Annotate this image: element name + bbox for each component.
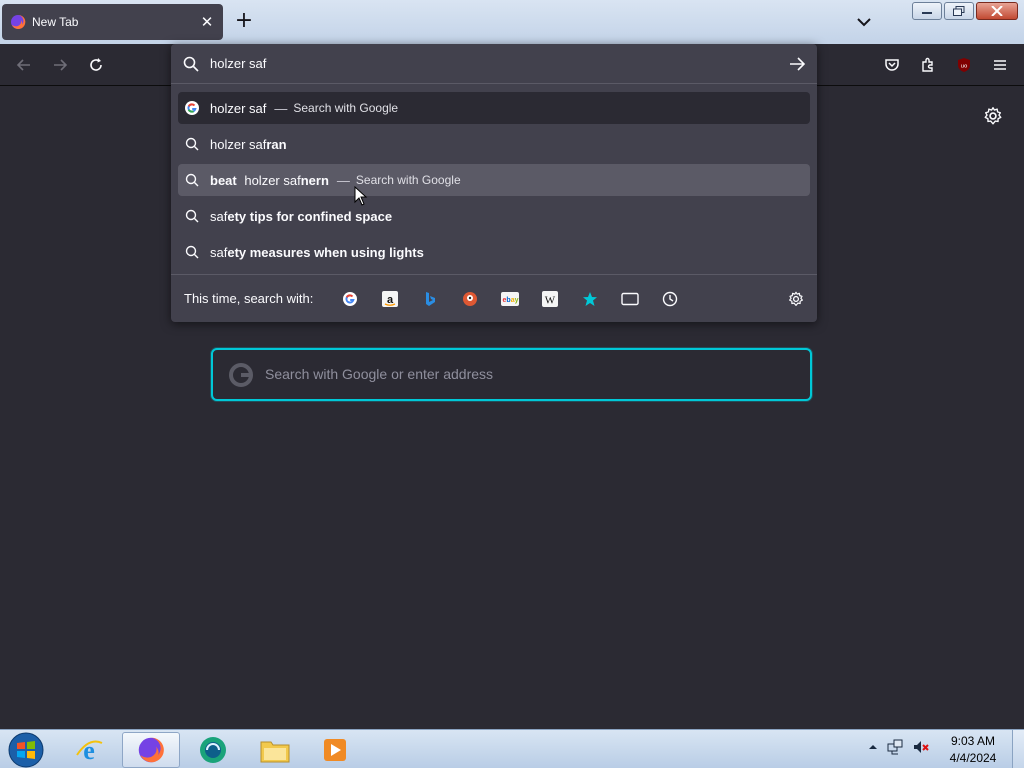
suggestion-prefix: beat (210, 172, 241, 188)
google-icon[interactable] (340, 289, 360, 309)
google-logo-icon (229, 363, 253, 387)
bookmarks-icon[interactable] (580, 289, 600, 309)
wikipedia-icon[interactable]: W (540, 289, 560, 309)
google-icon (184, 100, 200, 116)
search-settings-gear-icon[interactable] (786, 289, 806, 309)
taskbar-file-explorer[interactable] (246, 732, 304, 768)
windows-start-orb-icon (8, 732, 44, 768)
back-arrow-icon (16, 59, 30, 71)
search-icon (184, 172, 200, 188)
tabs-icon[interactable] (620, 289, 640, 309)
minimize-icon (922, 12, 932, 14)
suggestion-separator: — (274, 100, 288, 116)
internet-explorer-icon: e (76, 736, 103, 765)
search-icon (184, 244, 200, 260)
taskbar: e 9:03 AM 4/4/2024 (0, 729, 1024, 768)
restore-button[interactable] (944, 2, 974, 20)
address-bar-input[interactable]: holzer saf (210, 56, 266, 71)
firefox-icon (11, 14, 26, 29)
show-hidden-icons-icon[interactable] (868, 742, 878, 752)
svg-text:uo: uo (961, 64, 968, 70)
suggestion-text: saf (210, 244, 228, 260)
newtab-search-box[interactable]: Search with Google or enter address (211, 348, 812, 401)
media-player-icon (324, 739, 346, 761)
taskbar-firefox[interactable] (122, 732, 180, 768)
close-window-button[interactable] (976, 2, 1018, 20)
taskbar-media-player[interactable] (306, 732, 364, 768)
tab-close-icon[interactable]: ✕ (199, 13, 215, 31)
suggestion-text: saf (210, 208, 228, 224)
svg-text:W: W (545, 295, 556, 307)
clock-time: 9:03 AM (950, 734, 996, 748)
mouse-cursor-icon (354, 186, 368, 206)
clock-date: 4/4/2024 (949, 751, 997, 765)
newtab-settings-gear-icon[interactable] (982, 105, 1004, 127)
close-icon (991, 6, 1003, 16)
volume-muted-icon[interactable] (912, 738, 930, 756)
one-off-search-bar: This time, search with: a ebay W (171, 274, 817, 322)
start-button[interactable] (6, 731, 46, 768)
suggestion-text: holzer saf (210, 100, 267, 116)
new-tab-button[interactable]: + (232, 10, 256, 34)
svg-text:e: e (83, 736, 95, 765)
one-off-label: This time, search with: (184, 291, 314, 306)
ublock-button[interactable]: uo (952, 53, 976, 77)
tab-strip: New Tab ✕ + (0, 0, 1024, 44)
reload-icon (90, 58, 102, 71)
pocket-button[interactable] (880, 53, 904, 77)
suggestion-completion: ety measures when using lights (227, 244, 424, 260)
suggestion-action: Search with Google (355, 173, 461, 187)
history-icon[interactable] (660, 289, 680, 309)
bing-icon[interactable] (420, 289, 440, 309)
address-bar[interactable]: holzer saf (171, 44, 817, 84)
suggestion-row[interactable]: saf ety measures when using lights (178, 236, 810, 268)
forward-arrow-icon (54, 59, 68, 71)
suggestion-completion: ety tips for confined space (227, 208, 393, 224)
suggestion-text: holzer saf (244, 172, 301, 188)
svg-text:ebay: ebay (503, 297, 519, 304)
reload-button[interactable] (84, 53, 108, 77)
suggestion-text: holzer saf (210, 136, 267, 152)
taskbar-clock[interactable]: 9:03 AM 4/4/2024 (938, 733, 1008, 767)
tab-new-tab[interactable]: New Tab ✕ (2, 4, 223, 40)
search-icon (183, 56, 199, 72)
hamburger-menu-icon (994, 60, 1006, 70)
suggestion-action: Search with Google (293, 101, 399, 115)
restore-icon (953, 6, 965, 16)
suggestion-row[interactable]: saf ety tips for confined space (178, 200, 810, 232)
duckduckgo-icon[interactable] (460, 289, 480, 309)
forward-button[interactable] (48, 53, 72, 77)
tab-title: New Tab (32, 15, 79, 29)
app-circle-icon (200, 737, 226, 763)
amazon-icon[interactable]: a (380, 289, 400, 309)
back-button[interactable] (12, 53, 36, 77)
folder-icon (260, 741, 290, 763)
puzzle-icon (922, 57, 933, 72)
extensions-button[interactable] (916, 53, 940, 77)
suggestion-row[interactable]: beat holzer saf nern — Search with Google (178, 164, 810, 196)
pocket-icon (885, 59, 899, 71)
ublock-origin-icon: uo (958, 58, 970, 72)
search-icon (184, 208, 200, 224)
suggestion-completion: nern (300, 172, 329, 188)
menu-button[interactable] (988, 53, 1012, 77)
window-controls (912, 2, 1018, 20)
suggestion-completion: ran (266, 136, 287, 152)
taskbar-internet-explorer[interactable]: e (60, 732, 118, 768)
go-arrow-icon[interactable] (787, 54, 807, 74)
suggestion-row[interactable]: holzer saf ran (178, 128, 810, 160)
urlbar-popup: holzer saf holzer saf — Search with Goog… (171, 44, 817, 322)
firefox-icon (138, 737, 164, 763)
minimize-button[interactable] (912, 2, 942, 20)
search-icon (184, 136, 200, 152)
newtab-search-placeholder: Search with Google or enter address (265, 366, 494, 382)
ebay-icon[interactable]: ebay (500, 289, 520, 309)
suggestion-row[interactable]: holzer saf — Search with Google (178, 92, 810, 124)
list-all-tabs-icon[interactable] (852, 10, 876, 34)
suggestion-separator: — (336, 172, 350, 188)
system-tray (868, 738, 930, 756)
taskbar-app[interactable] (184, 732, 242, 768)
show-desktop-button[interactable] (1012, 730, 1024, 768)
network-icon[interactable] (886, 738, 904, 756)
